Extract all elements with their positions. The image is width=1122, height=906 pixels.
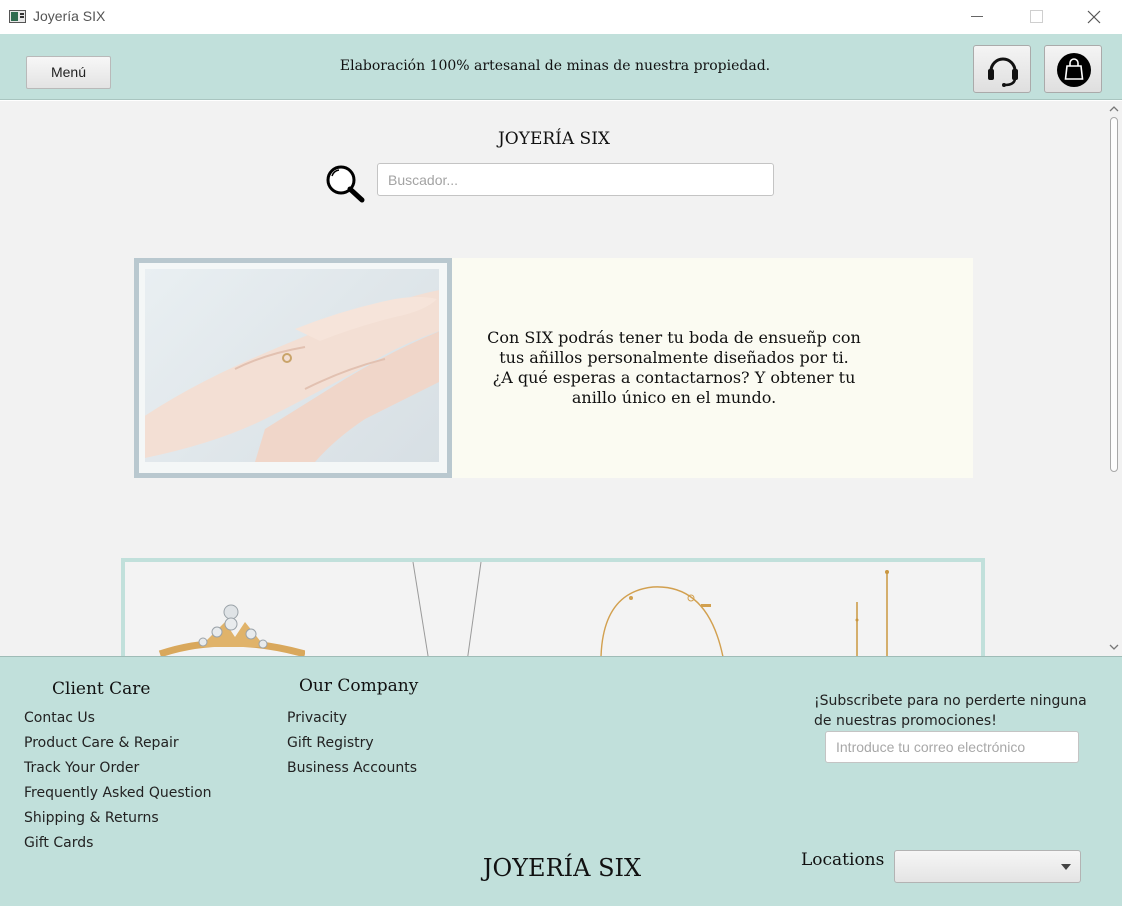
scroll-down-icon[interactable] [1109,642,1119,652]
client-care-heading: Client Care [52,679,151,699]
locations-select[interactable] [894,850,1081,883]
promo-text-line: Con SIX podrás tener tu boda de ensueñp … [487,328,861,347]
search-icon[interactable] [324,163,366,205]
promo-text-line: tus añillos personalmente diseñados por … [499,348,849,367]
our-company-heading: Our Company [299,676,419,696]
product-ring-image[interactable] [155,562,306,656]
footer-link-gift-cards[interactable]: Gift Cards [24,835,93,851]
close-button[interactable] [1071,0,1117,34]
promo-text: Con SIX podrás tener tu boda de ensueñp … [479,328,869,408]
promo-text-line: anillo único en el mundo. [571,388,777,407]
footer-link-business-accounts[interactable]: Business Accounts [287,760,417,776]
footer-link-track-order[interactable]: Track Your Order [24,760,139,776]
footer-link-contact-us[interactable]: Contac Us [24,710,95,726]
window-title: Joyería SIX [33,8,106,24]
shopping-bag-button[interactable] [1044,45,1102,93]
app-icon [9,10,26,23]
page-title: JOYERÍA SIX [497,129,611,149]
footer-link-product-care[interactable]: Product Care & Repair [24,735,179,751]
headset-icon [988,57,1018,87]
chevron-down-icon [1061,864,1071,870]
promo-text-line: ¿A qué esperas a contactarnos? Y obtener… [492,368,856,387]
close-icon [1087,10,1101,24]
promo-image-frame [134,258,452,478]
locations-label: Locations [801,850,885,870]
main-content: JOYERÍA SIX Con SI [0,101,1122,656]
footer: Client Care Contac Us Product Care & Rep… [0,656,1122,906]
window-titlebar: Joyería SIX [0,0,1122,34]
product-showcase [121,558,985,656]
maximize-button[interactable] [1012,0,1058,34]
promo-image [145,269,439,462]
scrollbar-thumb[interactable] [1110,117,1118,472]
promo-banner: Con SIX podrás tener tu boda de ensueñp … [134,258,973,478]
menu-button[interactable]: Menú [26,56,111,89]
minimize-button[interactable] [954,0,1000,34]
product-necklace-image[interactable] [405,561,485,656]
footer-brand: JOYERÍA SIX [482,854,642,882]
shopping-bag-icon [1057,53,1091,87]
support-button[interactable] [973,45,1031,93]
footer-link-shipping-returns[interactable]: Shipping & Returns [24,810,159,826]
email-field[interactable] [825,731,1079,763]
subscribe-text: ¡Subscribete para no perderte ninguna de… [814,693,1087,729]
vertical-scrollbar[interactable] [1106,101,1122,656]
banner-tagline: Elaboración 100% artesanal de minas de n… [339,58,771,74]
top-banner: Menú Elaboración 100% artesanal de minas… [0,34,1122,100]
scroll-up-icon[interactable] [1109,104,1119,114]
footer-link-privacity[interactable]: Privacity [287,710,347,726]
footer-link-gift-registry[interactable]: Gift Registry [287,735,374,751]
footer-link-faq[interactable]: Frequently Asked Question [24,785,212,801]
product-earrings-image[interactable] [847,562,897,656]
product-bracelet-image[interactable] [593,562,733,656]
search-input[interactable] [377,163,774,196]
